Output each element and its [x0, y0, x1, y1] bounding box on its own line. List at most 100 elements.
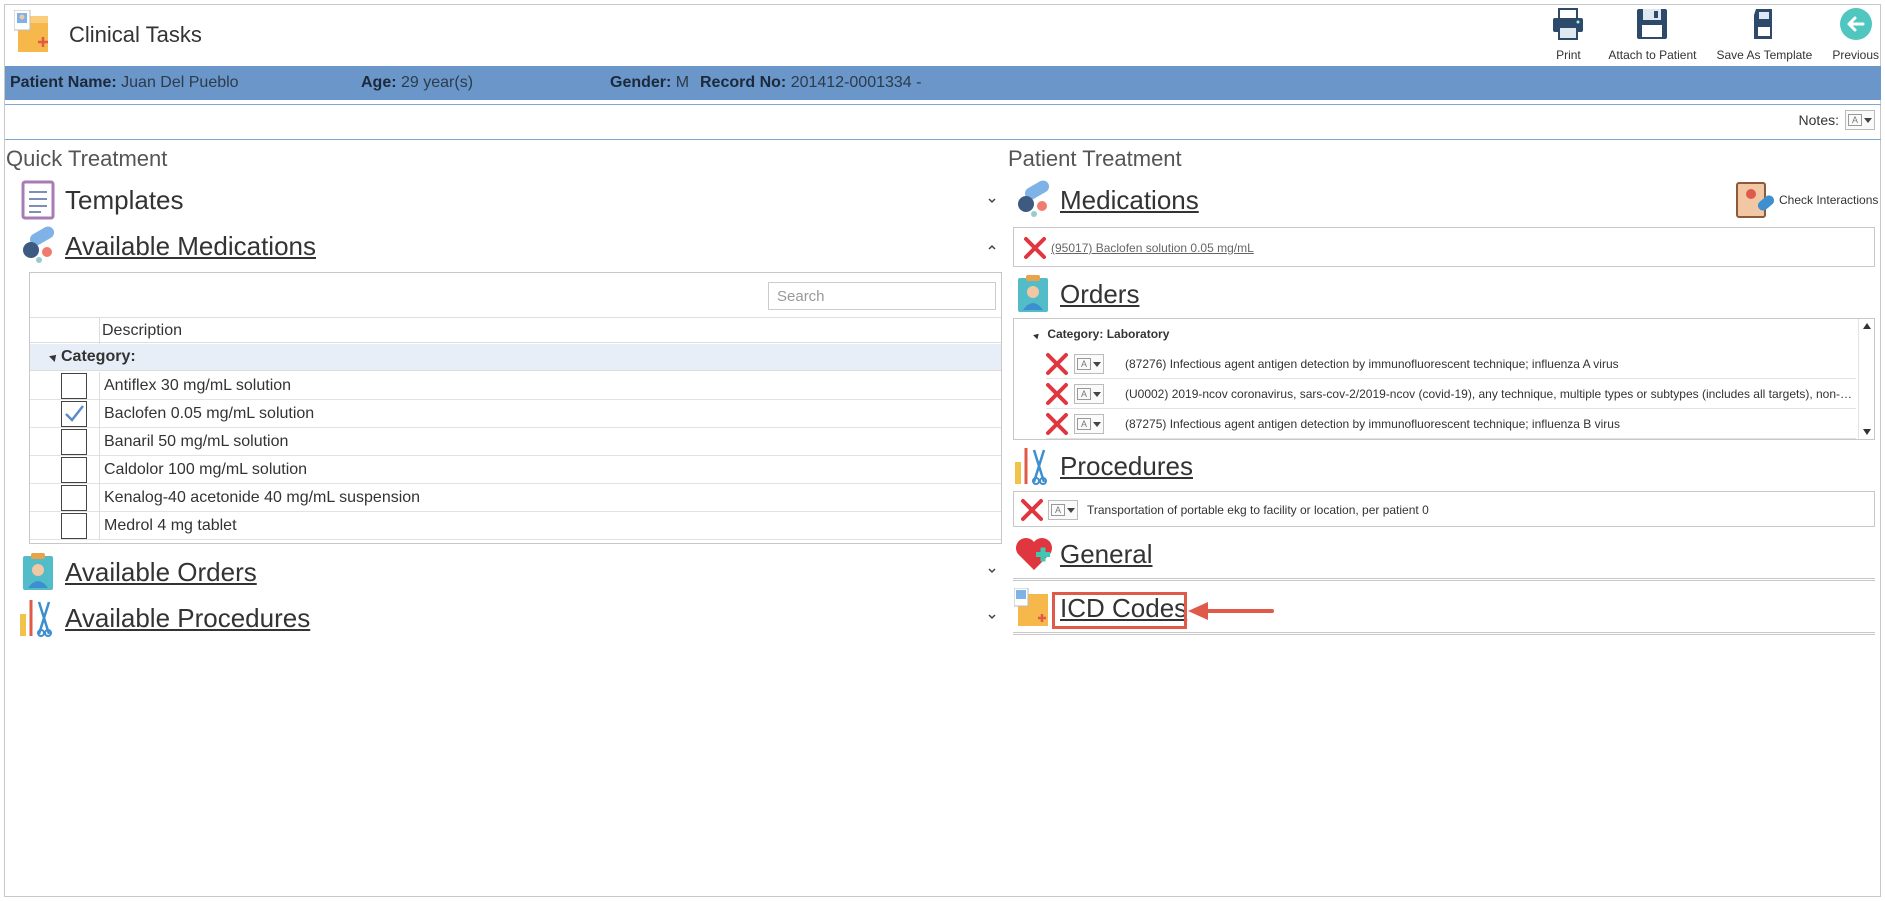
column-divider [99, 400, 100, 428]
attach-to-patient-button[interactable]: Attach to Patient [1608, 4, 1696, 62]
scroll-up-icon[interactable] [1863, 323, 1871, 329]
available-procedures-label[interactable]: Available Procedures [65, 603, 310, 634]
collapse-triangle-icon[interactable] [49, 352, 59, 362]
procedures-header[interactable]: Procedures [1014, 446, 1193, 486]
column-description[interactable]: Description [102, 322, 182, 340]
medication-row[interactable]: Antiflex 30 mg/mL solution [30, 372, 1001, 400]
general-list [1013, 578, 1875, 581]
save-as-template-button[interactable]: Save As Template [1716, 4, 1812, 62]
column-divider [99, 512, 100, 540]
caret-down-icon [1093, 391, 1101, 397]
print-button[interactable]: Print [1548, 4, 1588, 62]
patient-name-value: Juan Del Pueblo [121, 74, 239, 91]
surgical-tools-icon [1014, 446, 1054, 486]
available-procedures-header[interactable]: Available Procedures [19, 598, 310, 638]
medication-row[interactable]: Baclofen 0.05 mg/mL solution [30, 400, 1001, 428]
procedure-item: Transportation of portable ekg to facili… [1087, 503, 1429, 517]
category-label: Category: [61, 348, 136, 365]
available-orders-header[interactable]: Available Orders [19, 552, 257, 592]
patient-age-label: Age: [361, 74, 397, 91]
attach-to-patient-label: Attach to Patient [1608, 48, 1697, 62]
notes-dropdown[interactable]: A [1845, 110, 1875, 130]
chevron-down-icon[interactable] [987, 566, 997, 576]
heart-plus-icon [1014, 534, 1054, 574]
search-input[interactable]: Search [768, 282, 996, 310]
orders-category-label: Category: Laboratory [1047, 327, 1170, 341]
medications-label[interactable]: Medications [1060, 185, 1199, 216]
clipboard-pill-icon [1736, 182, 1775, 218]
note-dropdown[interactable]: A [1074, 384, 1104, 404]
orders-list: Category: Laboratory A (87276) Infectious… [1013, 318, 1875, 440]
general-label[interactable]: General [1060, 539, 1153, 570]
caret-down-icon [1093, 421, 1101, 427]
procedures-label[interactable]: Procedures [1060, 451, 1193, 482]
patient-age-value: 29 year(s) [401, 74, 474, 91]
delete-x-icon[interactable] [1019, 497, 1045, 523]
check-interactions-button[interactable]: Check Interactions [1735, 180, 1878, 220]
medication-checkbox[interactable] [61, 429, 87, 455]
available-medications-grid: Search Description Category: Antiflex 30… [29, 272, 1002, 544]
patient-name: Patient Name: Juan Del Pueblo [10, 74, 239, 92]
printer-icon [1548, 4, 1588, 44]
caret-down-icon [1864, 117, 1872, 123]
text-format-icon: A [1848, 114, 1862, 126]
patient-gender: Gender: M [610, 74, 689, 92]
chevron-down-icon[interactable] [987, 196, 997, 206]
previous-label: Previous [1832, 48, 1879, 62]
medication-row[interactable]: Kenalog-40 acetonide 40 mg/mL suspension [30, 484, 1001, 512]
medication-checkbox[interactable] [61, 457, 87, 483]
general-header[interactable]: General [1014, 534, 1153, 574]
previous-button[interactable]: Previous [1832, 4, 1879, 62]
pills-icon [1014, 180, 1054, 220]
medication-row[interactable]: Medrol 4 mg tablet [30, 512, 1001, 540]
medication-item-link[interactable]: (95017) Baclofen solution 0.05 mg/mL [1051, 241, 1254, 255]
medication-checkbox[interactable] [61, 513, 87, 539]
chevron-down-icon[interactable] [987, 612, 997, 622]
icd-codes-list [1013, 632, 1875, 635]
scrollbar[interactable] [1858, 319, 1874, 439]
back-arrow-icon [1836, 4, 1876, 44]
note-dropdown[interactable]: A [1074, 354, 1104, 374]
text-format-icon: A [1051, 504, 1065, 516]
medication-row[interactable]: Caldolor 100 mg/mL solution [30, 456, 1001, 484]
medication-name: Banaril 50 mg/mL solution [104, 433, 289, 450]
text-format-icon: A [1077, 358, 1091, 370]
orders-header[interactable]: Orders [1014, 274, 1139, 314]
orders-label[interactable]: Orders [1060, 279, 1139, 310]
medication-checkbox[interactable] [61, 373, 87, 399]
checkmark-icon [65, 405, 84, 422]
patient-name-label: Patient Name: [10, 74, 117, 91]
orders-category-row[interactable]: Category: Laboratory [1033, 327, 1170, 341]
medication-checkbox[interactable] [61, 401, 87, 427]
medication-name: Baclofen 0.05 mg/mL solution [104, 405, 315, 422]
order-item: (87275) Infectious agent antigen detecti… [1125, 417, 1620, 431]
note-dropdown[interactable]: A [1074, 414, 1104, 434]
text-format-icon: A [1077, 388, 1091, 400]
delete-x-icon[interactable] [1022, 235, 1048, 261]
patient-gender-value: M [675, 74, 690, 91]
medication-name: Caldolor 100 mg/mL solution [104, 461, 308, 478]
available-medications-label[interactable]: Available Medications [65, 231, 316, 262]
note-dropdown[interactable]: A [1048, 500, 1078, 520]
templates-header[interactable]: Templates [19, 180, 184, 220]
collapse-triangle-icon[interactable] [1033, 331, 1041, 340]
delete-x-icon[interactable] [1044, 411, 1070, 437]
chevron-up-icon[interactable] [987, 242, 997, 252]
available-orders-label[interactable]: Available Orders [65, 557, 257, 588]
order-row: A (87276) Infectious agent antigen detect… [1014, 349, 1874, 379]
available-medications-header[interactable]: Available Medications [19, 226, 316, 266]
category-group-row[interactable]: Category: [30, 344, 1001, 371]
medication-row[interactable]: Banaril 50 mg/mL solution [30, 428, 1001, 456]
caret-down-icon [1093, 361, 1101, 367]
floppy-disk-icon [1632, 4, 1672, 44]
medical-folder-icon [1013, 587, 1054, 628]
scroll-down-icon[interactable] [1863, 429, 1871, 435]
icd-codes-highlight-box [1052, 592, 1187, 629]
delete-x-icon[interactable] [1044, 381, 1070, 407]
medication-checkbox[interactable] [61, 485, 87, 511]
app-title: Clinical Tasks [69, 22, 202, 47]
delete-x-icon[interactable] [1044, 351, 1070, 377]
medication-name: Antiflex 30 mg/mL solution [104, 377, 292, 394]
doctor-clipboard-icon [1014, 274, 1054, 314]
medications-header[interactable]: Medications [1014, 180, 1199, 220]
